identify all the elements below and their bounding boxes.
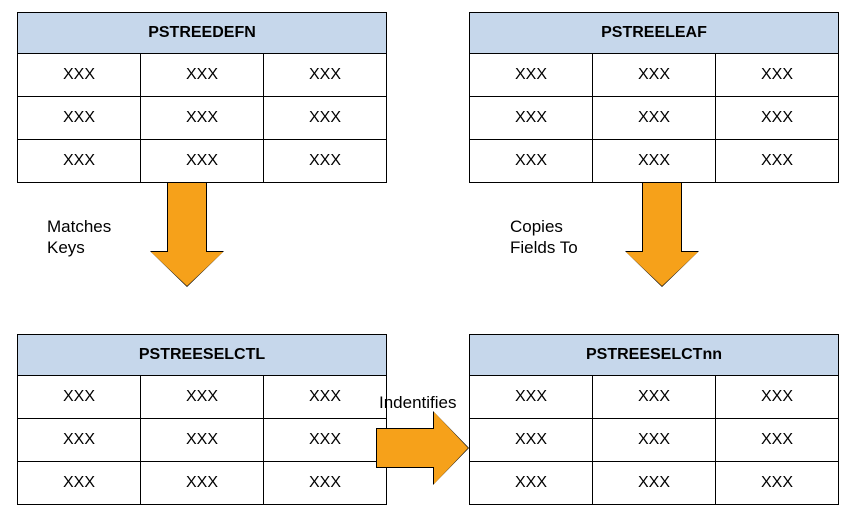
table-row: XXX XXX XXX — [470, 97, 839, 140]
cell: XXX — [716, 140, 839, 183]
cell: XXX — [264, 97, 387, 140]
cell: XXX — [716, 97, 839, 140]
cell: XXX — [264, 376, 387, 419]
cell: XXX — [716, 376, 839, 419]
table-row: XXX XXX XXX — [18, 140, 387, 183]
table-pstreeselctnn: PSTREESELCTnn XXX XXX XXX XXX XXX XXX XX… — [469, 334, 839, 505]
cell: XXX — [141, 419, 264, 462]
cell: XXX — [264, 140, 387, 183]
cell: XXX — [18, 419, 141, 462]
table-row: XXX XXX XXX — [470, 376, 839, 419]
diagram-stage: PSTREEDEFN XXX XXX XXX XXX XXX XXX XXX X… — [0, 0, 845, 530]
arrow-label: Copies Fields To — [510, 216, 578, 259]
cell: XXX — [716, 462, 839, 505]
arrow-label: Matches Keys — [47, 216, 111, 259]
cell: XXX — [470, 97, 593, 140]
cell: XXX — [18, 54, 141, 97]
cell: XXX — [264, 462, 387, 505]
cell: XXX — [264, 54, 387, 97]
table-row: XXX XXX XXX — [470, 140, 839, 183]
cell: XXX — [470, 376, 593, 419]
cell: XXX — [141, 54, 264, 97]
table-row: XXX XXX XXX — [18, 462, 387, 505]
cell: XXX — [593, 140, 716, 183]
cell: XXX — [716, 419, 839, 462]
table-row: XXX XXX XXX — [18, 54, 387, 97]
table-row: XXX XXX XXX — [18, 419, 387, 462]
cell: XXX — [141, 97, 264, 140]
cell: XXX — [593, 462, 716, 505]
table-row: XXX XXX XXX — [18, 97, 387, 140]
cell: XXX — [18, 376, 141, 419]
cell: XXX — [593, 97, 716, 140]
cell: XXX — [593, 376, 716, 419]
table-row: XXX XXX XXX — [470, 419, 839, 462]
cell: XXX — [470, 419, 593, 462]
table-pstreedefn: PSTREEDEFN XXX XXX XXX XXX XXX XXX XXX X… — [17, 12, 387, 183]
table-pstreeleaf: PSTREELEAF XXX XXX XXX XXX XXX XXX XXX X… — [469, 12, 839, 183]
cell: XXX — [470, 54, 593, 97]
table-row: XXX XXX XXX — [470, 54, 839, 97]
table-row: XXX XXX XXX — [18, 376, 387, 419]
cell: XXX — [716, 54, 839, 97]
cell: XXX — [593, 54, 716, 97]
cell: XXX — [141, 376, 264, 419]
cell: XXX — [470, 140, 593, 183]
table-title: PSTREEDEFN — [18, 13, 387, 54]
table-title: PSTREELEAF — [470, 13, 839, 54]
table-title: PSTREESELCTnn — [470, 335, 839, 376]
cell: XXX — [141, 462, 264, 505]
arrow-label: Indentifies — [379, 392, 457, 413]
cell: XXX — [18, 462, 141, 505]
table-row: XXX XXX XXX — [470, 462, 839, 505]
cell: XXX — [264, 419, 387, 462]
cell: XXX — [141, 140, 264, 183]
arrow-down-icon — [147, 182, 227, 292]
arrow-right-icon — [376, 408, 471, 488]
cell: XXX — [18, 97, 141, 140]
cell: XXX — [593, 419, 716, 462]
table-pstreeselctl: PSTREESELCTL XXX XXX XXX XXX XXX XXX XXX… — [17, 334, 387, 505]
arrow-down-icon — [622, 182, 702, 292]
table-title: PSTREESELCTL — [18, 335, 387, 376]
cell: XXX — [18, 140, 141, 183]
cell: XXX — [470, 462, 593, 505]
